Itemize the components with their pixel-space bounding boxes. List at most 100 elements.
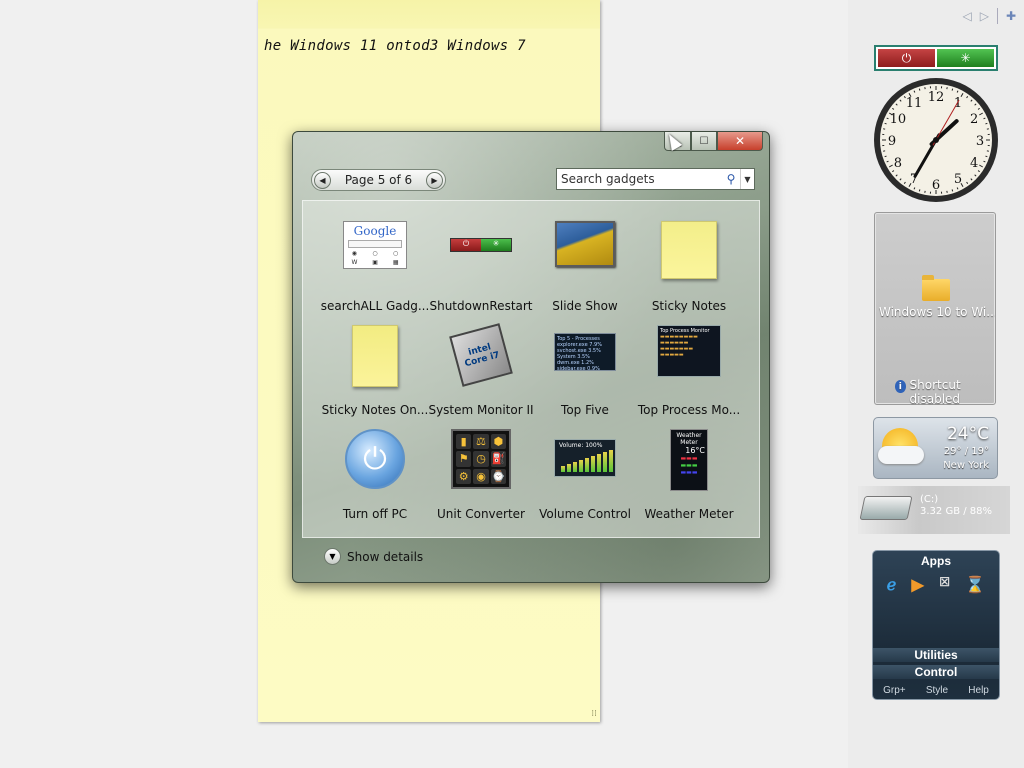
gadget-label: Sticky Notes On... <box>321 403 429 417</box>
gadget-item-weather-meter[interactable]: Weather Meter 16°C ▬▬▬ ▬▬▬ ▬▬▬ Weather Met… <box>633 429 745 529</box>
apps-title: Apps <box>921 554 951 568</box>
weather-meter-icon: Weather Meter 16°C ▬▬▬ ▬▬▬ ▬▬▬ <box>670 429 708 491</box>
clock-numeral: 5 <box>954 172 962 187</box>
group-add-button[interactable]: Grp+ <box>883 685 906 696</box>
app-window-icon[interactable]: ☒ <box>939 575 950 595</box>
trophy-icon[interactable]: ⌛ <box>965 575 985 595</box>
gadget-item-volume-control[interactable]: Volume: 100% Volume Control <box>529 429 641 529</box>
previous-gadgets-icon[interactable]: ◁ <box>962 9 971 23</box>
gadget-item-sticky-notes-online[interactable]: Sticky Notes On... <box>319 325 431 425</box>
clock-numeral: 3 <box>976 134 984 149</box>
next-gadgets-icon[interactable]: ▷ <box>980 9 989 23</box>
volume-meter-icon: Volume: 100% <box>554 439 616 477</box>
restart-button[interactable]: ✳ <box>937 49 994 67</box>
gadget-item-system-monitor[interactable]: intel Core i7 System Monitor II <box>425 323 537 425</box>
search-icon[interactable]: ⚲ <box>722 172 740 186</box>
clock-gadget[interactable]: 1234567891011 12 <box>872 76 1000 204</box>
next-page-button[interactable]: ▶ <box>426 171 443 189</box>
sticky-note-text[interactable]: he Windows 11 ontod3 Windows 7 <box>264 38 526 54</box>
folder-name: Windows 10 to Wi... <box>879 305 995 319</box>
gadget-label: ShutdownRestart <box>429 299 533 313</box>
drive-meter-gadget[interactable]: (C:) 3.32 GB / 88% <box>858 486 1010 534</box>
media-player-icon[interactable]: ▶ <box>912 575 924 595</box>
gadget-item-top-five[interactable]: Top 5 - Processes explorer.exe 7.9% svch… <box>529 325 641 425</box>
gadget-item-top-process-monitor[interactable]: Top Process Monitor ▬▬▬▬▬▬▬▬ ▬▬▬▬▬▬ ▬▬▬▬▬▬… <box>633 325 745 425</box>
sidebar-nav: ◁ ▷ ✚ <box>962 8 1016 24</box>
weather-temperature: 24°C <box>946 424 989 444</box>
sticky-note-icon <box>661 221 717 279</box>
page-indicator: Page 5 of 6 <box>344 173 413 187</box>
cloud-icon <box>878 446 924 464</box>
power-icon: ⏻ <box>901 50 912 65</box>
gadget-label: Turn off PC <box>342 507 408 521</box>
drive-label: (C:) <box>920 494 939 505</box>
control-section[interactable]: Control <box>873 665 999 679</box>
shutdown-restart-gadget: ⏻ ✳ <box>874 45 998 71</box>
clock-numeral: 11 <box>906 96 923 111</box>
weather-range: 29° / 19° <box>943 446 989 457</box>
clock-numeral: 12 <box>928 90 945 105</box>
maximize-icon: ☐ <box>699 135 709 147</box>
divider <box>996 8 998 24</box>
gadget-label: Top Five <box>561 403 609 417</box>
weather-city: New York <box>943 460 989 471</box>
folder-shortcut-gadget[interactable]: Windows 10 to Wi... i Shortcut disabled <box>874 212 996 406</box>
drive-usage: 3.32 GB / 88% <box>920 506 993 517</box>
shutdown-restart-icon: ⏻ ✳ <box>450 238 512 252</box>
arrow-right-icon: ▶ <box>431 175 438 185</box>
power-button-icon: ⏻ <box>345 429 405 489</box>
top-process-icon: Top Process Monitor ▬▬▬▬▬▬▬▬ ▬▬▬▬▬▬ ▬▬▬▬▬▬… <box>657 325 721 377</box>
gadget-grid: Google ◉ ○ ○ W ▣ ▦ searchALL Gadg... ⏻ ✳ Shut… <box>302 200 760 538</box>
maximize-button[interactable]: ☐ <box>691 132 717 151</box>
chevron-down-icon[interactable]: ▼ <box>324 548 341 565</box>
top-five-icon: Top 5 - Processes explorer.exe 7.9% svch… <box>554 333 616 371</box>
clock-numeral: 1 <box>954 96 962 111</box>
apps-launcher-gadget: Apps ℯ ▶ ☒ ⌛ Utilities Control Grp+ Styl… <box>872 550 1000 700</box>
hard-drive-icon <box>859 496 913 520</box>
gadget-item-sticky-notes[interactable]: Sticky Notes <box>633 221 745 321</box>
resize-grip-icon[interactable]: ⁞⁞ <box>591 709 597 719</box>
folder-icon <box>922 275 950 301</box>
style-button[interactable]: Style <box>926 685 948 696</box>
shutdown-button[interactable]: ⏻ <box>878 49 935 67</box>
intel-logo-text: intel Core i7 <box>463 342 501 370</box>
clock-numeral: 8 <box>894 156 902 171</box>
unit-converter-icon: ▮ ⚖ ⬢ ⚑ ◷ ⛽ ⚙ ◉ ⌚ <box>451 429 511 489</box>
apps-footer: Grp+ Style Help <box>873 685 999 696</box>
help-button[interactable]: Help <box>968 685 989 696</box>
gadget-item-unit-converter[interactable]: ▮ ⚖ ⬢ ⚑ ◷ ⛽ ⚙ ◉ ⌚ Unit Converter <box>425 429 537 529</box>
search-input[interactable]: Search gadgets <box>557 172 722 186</box>
shortcut-status-text: Shortcut disabled <box>909 378 961 406</box>
gadget-label: searchALL Gadg... <box>320 299 430 313</box>
gadget-gallery-window: ▁ ☐ ✕ ◀ Page 5 of 6 ▶ Search gadgets ⚲ ▼… <box>292 131 770 583</box>
gadget-item-slideshow[interactable]: Slide Show <box>529 221 641 321</box>
gadget-item-turn-off-pc[interactable]: ⏻ Turn off PC <box>319 429 431 529</box>
gadget-label: Sticky Notes <box>651 299 727 313</box>
show-details-label: Show details <box>347 549 424 564</box>
search-box[interactable]: Search gadgets ⚲ ▼ <box>556 168 755 190</box>
sticky-note-icon <box>352 325 398 387</box>
close-button[interactable]: ✕ <box>717 132 763 151</box>
previous-page-button[interactable]: ◀ <box>314 171 331 189</box>
show-details-toggle[interactable]: ▼ Show details <box>324 548 423 565</box>
gadget-label: System Monitor II <box>428 403 534 417</box>
arrow-left-icon: ◀ <box>319 175 326 185</box>
clock-tick <box>985 122 988 125</box>
gadget-item-shutdownrestart[interactable]: ⏻ ✳ ShutdownRestart <box>425 221 537 321</box>
weather-gadget[interactable]: 24°C 29° / 19° New York <box>873 417 998 479</box>
chevron-down-icon: ▼ <box>744 174 751 184</box>
gadget-item-searchall[interactable]: Google ◉ ○ ○ W ▣ ▦ searchALL Gadg... <box>319 221 431 321</box>
add-gadget-icon[interactable]: ✚ <box>1006 9 1016 23</box>
gadget-label: Weather Meter <box>644 507 734 521</box>
clock-tick <box>918 189 921 192</box>
clock-tick <box>951 189 954 192</box>
gadget-label: Volume Control <box>539 507 631 521</box>
volume-readout: Volume: 100% <box>559 442 603 449</box>
google-logo-text: Google <box>353 224 397 238</box>
utilities-section[interactable]: Utilities <box>873 648 999 662</box>
info-icon: i <box>895 380 906 393</box>
apps-icon-row: ℯ ▶ ☒ ⌛ <box>879 575 993 595</box>
clock-numeral: 4 <box>970 156 978 171</box>
internet-explorer-icon[interactable]: ℯ <box>887 575 896 595</box>
search-dropdown-button[interactable]: ▼ <box>740 169 754 189</box>
